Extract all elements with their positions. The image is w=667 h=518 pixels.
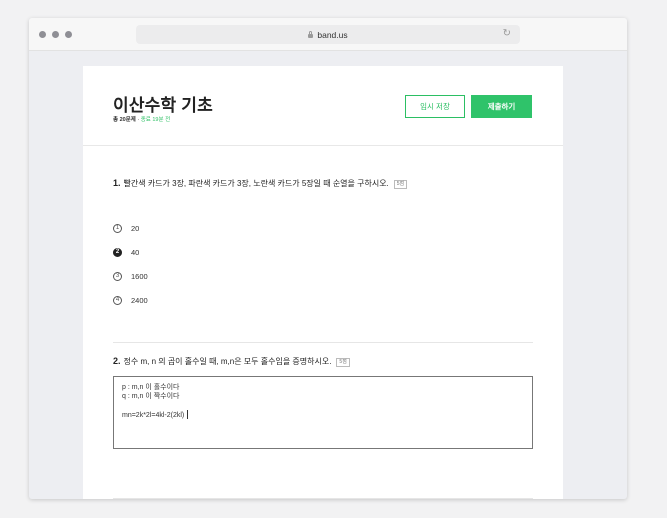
answer-blank-line [122,401,524,410]
question-divider-bottom [113,498,533,499]
answer-line-2: q : m,n 이 짝수이다 [122,393,180,400]
question-1-option-2[interactable]: 2 40 [113,246,139,258]
question-2-text: 2. 정수 m, n 의 곱이 홀수일 때, m,n은 모두 홀수임을 증명하시오… [113,356,350,367]
option-1-value: 20 [131,223,140,233]
question-1-option-3[interactable]: 3 1600 [113,270,148,282]
option-3-marker: 3 [113,271,122,281]
question-divider [113,342,533,343]
browser-titlebar: band.us ↻ [29,18,627,51]
question-1-option-1[interactable]: 1 20 [113,222,139,234]
question-1-text: 1. 빨간색 카드가 3장, 파란색 카드가 3장, 노란색 카드가 5장일 때 … [113,178,408,189]
question-1-number: 1. [113,178,121,188]
url-text: band.us [317,29,348,40]
minimize-window-dot[interactable] [52,31,59,38]
lock-icon [308,30,314,38]
save-draft-button[interactable]: 임시 저장 [405,95,465,118]
question-1-option-4[interactable]: 4 2400 [113,294,148,306]
reload-icon[interactable]: ↻ [503,28,511,39]
option-2-value: 40 [131,247,140,257]
option-4-marker: 4 [113,295,122,305]
answer-line-4: mn=2k*2l=4kl-2(2kl) [122,410,524,420]
text-caret [187,410,189,419]
question-1-prompt: 빨간색 카드가 3장, 파란색 카드가 3장, 노란색 카드가 5장일 때 순열… [123,179,389,188]
quiz-meta: 총 20문제 · 종료 19분 전 [113,115,170,123]
option-3-value: 1600 [131,271,148,281]
answer-line-4-text: mn=2k*2l=4kl-2(2kl) [122,412,185,419]
option-2-marker: 2 [113,247,122,257]
question-2-number: 2. [113,356,121,366]
address-bar[interactable]: band.us ↻ [136,25,520,44]
submit-button[interactable]: 제출하기 [471,95,532,118]
question-2-points: 5점 [336,358,350,367]
question-count: 총 20문제 [113,117,136,123]
header-divider [83,145,563,146]
browser-window: band.us ↻ 이산수학 기초 총 20문제 · 종료 19분 전 임시 저… [29,18,627,499]
option-1-marker: 1 [113,223,122,233]
question-1-points: 5점 [393,180,408,189]
quiz-title: 이산수학 기초 [113,96,213,115]
answer-line-1: p : m,n 이 홀수이다 [122,384,180,391]
quiz-card: 이산수학 기초 총 20문제 · 종료 19분 전 임시 저장 제출하기 1. 빨… [83,66,563,499]
question-2-prompt: 정수 m, n 의 곱이 홀수일 때, m,n은 모두 홀수임을 증명하시오. [123,357,332,366]
question-2-answer-textarea[interactable]: p : m,n 이 홀수이다 q : m,n 이 짝수이다 mn=2k*2l=4… [113,376,533,449]
option-4-value: 2400 [131,295,148,305]
maximize-window-dot[interactable] [65,31,72,38]
time-remaining: 종료 19분 전 [140,117,171,123]
close-window-dot[interactable] [39,31,46,38]
